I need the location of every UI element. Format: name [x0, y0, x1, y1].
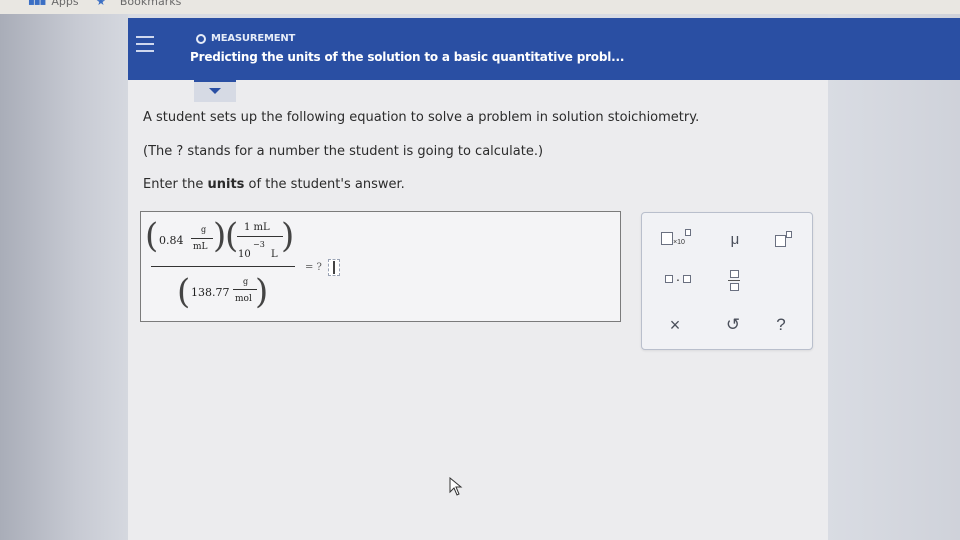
apps-label: Apps — [51, 0, 79, 8]
mouse-pointer-icon — [449, 477, 463, 496]
star-icon: ★ — [96, 0, 106, 8]
topic-header: MEASUREMENT Predicting the units of the … — [128, 18, 960, 80]
denominator-box-icon — [729, 282, 739, 291]
apps-shortcut[interactable]: ▪▪▪ Apps — [28, 0, 79, 8]
category-text: MEASUREMENT — [211, 33, 296, 44]
bookmarks-bar: ▪▪▪ Apps ★ Bookmarks — [0, 0, 960, 14]
denominator-unit-numerator: g — [243, 277, 249, 286]
open-paren: ( — [145, 216, 159, 256]
units-answer-input[interactable] — [328, 259, 340, 276]
x10-label: ×10 — [673, 238, 685, 246]
term1-fraction-bar — [191, 238, 213, 239]
undo-button[interactable]: ↺ — [720, 313, 746, 337]
math-keypad: ×10 μ · × ↺ ? — [641, 212, 813, 350]
base-box-icon — [774, 235, 786, 247]
micro-button[interactable]: μ — [722, 229, 748, 249]
term2-denominator-unit: L — [271, 249, 278, 260]
close-paren: ) — [255, 272, 269, 312]
fraction-button[interactable] — [722, 267, 746, 293]
question-text-line-2: (The ? stands for a number the student i… — [143, 144, 544, 159]
bookmarks-shortcut[interactable]: ★ Bookmarks — [96, 0, 181, 8]
hamburger-menu-button[interactable] — [136, 36, 158, 58]
menu-line-icon — [136, 36, 154, 38]
denominator-unit-denominator: mol — [235, 294, 252, 304]
denominator-value: 138.77 — [191, 286, 230, 299]
question-panel: A student sets up the following equation… — [128, 80, 828, 540]
category-label: MEASUREMENT — [196, 33, 295, 44]
fraction-bar-icon — [728, 279, 740, 281]
clear-button[interactable]: × — [662, 313, 688, 337]
open-paren: ( — [177, 272, 191, 312]
main-fraction-bar — [151, 266, 295, 267]
exponent-box-icon — [684, 228, 691, 236]
menu-line-icon — [136, 43, 154, 45]
progress-circle-icon — [196, 33, 206, 44]
term1-unit-numerator: g — [201, 225, 207, 234]
placeholder-box-icon — [661, 231, 674, 245]
equation-answer-box: ( 0.84 g mL ) ( 1 mL 10 −3 L ) ( 138.77 … — [140, 211, 621, 322]
instruction-suffix: of the student's answer. — [244, 177, 405, 192]
collapse-toggle-button[interactable] — [194, 80, 236, 102]
bookmarks-label: Bookmarks — [119, 0, 182, 8]
term2-numerator: 1 mL — [244, 222, 270, 233]
help-button[interactable]: ? — [768, 313, 794, 337]
multiply-units-button[interactable]: · — [658, 269, 698, 289]
question-instruction: Enter the units of the student's answer. — [143, 177, 405, 192]
term1-unit-denominator: mL — [193, 242, 208, 252]
term1-value: 0.84 — [159, 234, 184, 247]
equals-question: = ? — [305, 262, 322, 273]
dot-operator: · — [675, 271, 681, 287]
apps-grid-icon: ▪▪▪ — [28, 0, 46, 8]
right-margin — [828, 14, 960, 540]
superscript-button[interactable] — [768, 227, 798, 249]
close-paren: ) — [281, 216, 295, 256]
text-cursor — [333, 261, 335, 274]
instruction-bold: units — [207, 177, 245, 192]
left-margin — [0, 14, 128, 540]
denominator-fraction-bar — [233, 289, 257, 290]
numerator-box-icon — [729, 269, 739, 278]
term2-denominator-base: 10 — [238, 249, 251, 260]
scientific-notation-button[interactable]: ×10 — [658, 227, 694, 249]
question-text-line-1: A student sets up the following equation… — [143, 110, 700, 125]
instruction-prefix: Enter the — [143, 177, 208, 192]
term2-fraction-bar — [237, 236, 283, 237]
left-box-icon — [664, 275, 673, 283]
term2-denominator-exponent: −3 — [253, 240, 265, 249]
right-box-icon — [683, 275, 692, 283]
menu-line-icon — [136, 50, 154, 52]
exponent-box-icon — [785, 230, 792, 238]
chevron-down-icon — [209, 88, 221, 94]
topic-title: Predicting the units of the solution to … — [190, 50, 625, 64]
